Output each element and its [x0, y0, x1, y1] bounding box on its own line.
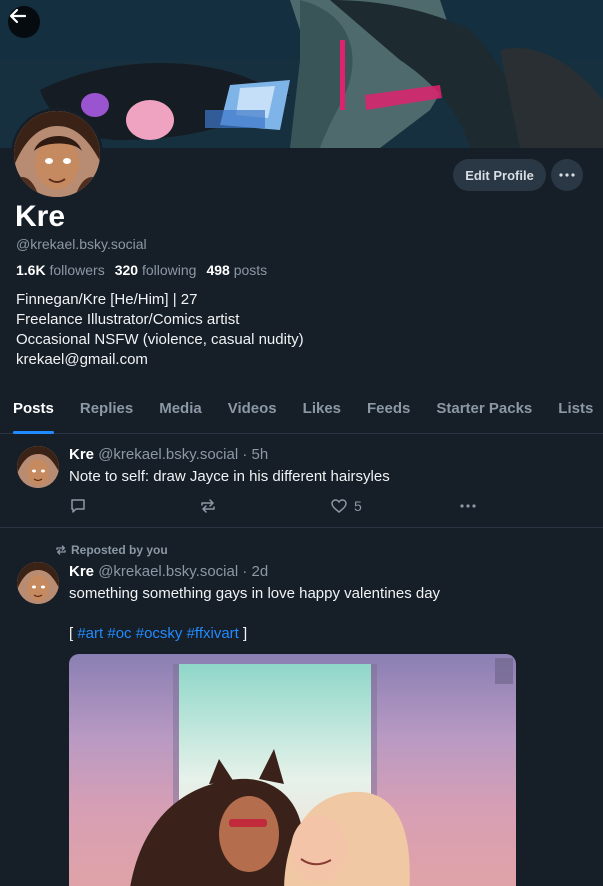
avatar-image	[14, 111, 100, 197]
tab-lists[interactable]: Lists	[545, 394, 603, 434]
post-time[interactable]: · 2d	[242, 563, 268, 580]
repost-label: Reposted by you	[71, 543, 168, 557]
post-author-avatar[interactable]	[17, 446, 59, 488]
display-name: Kre	[15, 200, 66, 233]
bio-line: krekael@gmail.com	[16, 351, 148, 368]
post-meta: Kre @krekael.bsky.social · 2d	[69, 563, 268, 580]
tab-likes[interactable]: Likes	[290, 394, 354, 434]
reply-button[interactable]	[69, 497, 87, 515]
feed-post[interactable]: Kre @krekael.bsky.social · 5h Note to se…	[0, 434, 603, 528]
tab-feeds[interactable]: Feeds	[354, 394, 423, 434]
post-author-handle[interactable]: @krekael.bsky.social	[98, 446, 238, 463]
post-author-name[interactable]: Kre	[69, 563, 94, 580]
followers-label: followers	[49, 262, 105, 278]
avatar-image	[17, 562, 59, 604]
post-meta: Kre @krekael.bsky.social · 5h	[69, 446, 268, 463]
hashtag-link[interactable]: #art	[77, 625, 103, 642]
tags-close-bracket: ]	[238, 625, 248, 642]
followers-count: 1.6K	[16, 262, 46, 278]
following-label: following	[141, 262, 197, 278]
profile-handle: @krekael.bsky.social	[16, 236, 147, 252]
post-more-button[interactable]	[459, 497, 477, 515]
tab-media[interactable]: Media	[146, 394, 215, 434]
post-author-name[interactable]: Kre	[69, 446, 94, 463]
hashtag-link[interactable]: #ocsky	[136, 625, 183, 642]
tab-posts[interactable]: Posts	[0, 394, 67, 434]
post-image[interactable]	[69, 654, 516, 886]
profile-bio: Finnegan/Kre [He/Him] | 27 Freelance Ill…	[16, 290, 304, 370]
post-tags: [ #art #oc #ocsky #ffxivart ]	[69, 625, 247, 642]
bio-line: Finnegan/Kre [He/Him] | 27	[16, 291, 198, 308]
profile-stats: 1.6K followers 320 following 498 posts	[16, 262, 271, 278]
following-link[interactable]: 320 following	[115, 262, 197, 278]
bio-line: Occasional NSFW (violence, casual nudity…	[16, 331, 304, 348]
post-artwork	[130, 658, 513, 886]
tab-replies[interactable]: Replies	[67, 394, 146, 434]
repost-indicator[interactable]: Reposted by you	[55, 543, 168, 557]
post-author-avatar[interactable]	[17, 562, 59, 604]
tab-starter-packs[interactable]: Starter Packs	[423, 394, 545, 434]
repost-icon	[201, 499, 215, 513]
hashtag-link[interactable]: #oc	[107, 625, 131, 642]
repost-button[interactable]	[199, 497, 217, 515]
arrow-left-icon	[9, 8, 27, 24]
repost-icon	[56, 545, 66, 555]
posts-label: posts	[233, 262, 268, 278]
hashtag-link[interactable]: #ffxivart	[187, 625, 239, 642]
profile-avatar[interactable]	[11, 108, 103, 200]
following-count: 320	[114, 262, 139, 278]
post-text: Note to self: draw Jayce in his differen…	[69, 468, 390, 485]
profile-more-button[interactable]	[551, 159, 583, 191]
edit-profile-button[interactable]: Edit Profile	[453, 159, 546, 191]
like-button[interactable]: 5	[330, 497, 362, 515]
post-actions: 5	[69, 497, 489, 517]
bio-line: Freelance Illustrator/Comics artist	[16, 311, 240, 328]
avatar-image	[17, 446, 59, 488]
ellipsis-icon	[559, 173, 575, 177]
profile-tabs: Posts Replies Media Videos Likes Feeds S…	[0, 394, 603, 434]
ellipsis-icon	[460, 504, 476, 508]
like-count: 5	[354, 498, 362, 514]
feed-post[interactable]: Reposted by you Kre @krekael.bsky.social…	[0, 529, 603, 886]
post-time[interactable]: · 5h	[242, 446, 268, 463]
speech-bubble-icon	[71, 499, 85, 513]
followers-link[interactable]: 1.6K followers	[16, 262, 105, 278]
back-button[interactable]	[8, 6, 40, 38]
posts-count: 498	[206, 262, 230, 278]
post-text: something something gays in love happy v…	[69, 585, 441, 602]
posts-stat: 498 posts	[206, 262, 267, 278]
tab-videos[interactable]: Videos	[215, 394, 290, 434]
post-author-handle[interactable]: @krekael.bsky.social	[98, 563, 238, 580]
heart-icon	[331, 499, 347, 513]
